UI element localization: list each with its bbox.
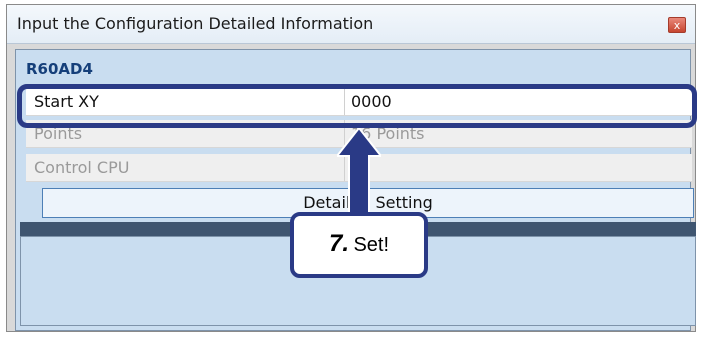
window-title: Input the Configuration Detailed Informa… xyxy=(17,14,374,33)
callout-step-number: 7. xyxy=(328,230,349,257)
close-icon: x xyxy=(673,19,681,32)
start-xy-highlight-box xyxy=(17,84,697,128)
module-name-header: R60AD4 xyxy=(26,60,93,78)
callout-text: Set! xyxy=(353,234,390,256)
close-button[interactable]: x xyxy=(668,17,686,33)
window-titlebar: Input the Configuration Detailed Informa… xyxy=(7,5,695,44)
control-cpu-label: Control CPU xyxy=(34,158,130,177)
arrow-up-icon xyxy=(337,128,381,218)
step-callout: 7. Set! xyxy=(290,212,428,278)
